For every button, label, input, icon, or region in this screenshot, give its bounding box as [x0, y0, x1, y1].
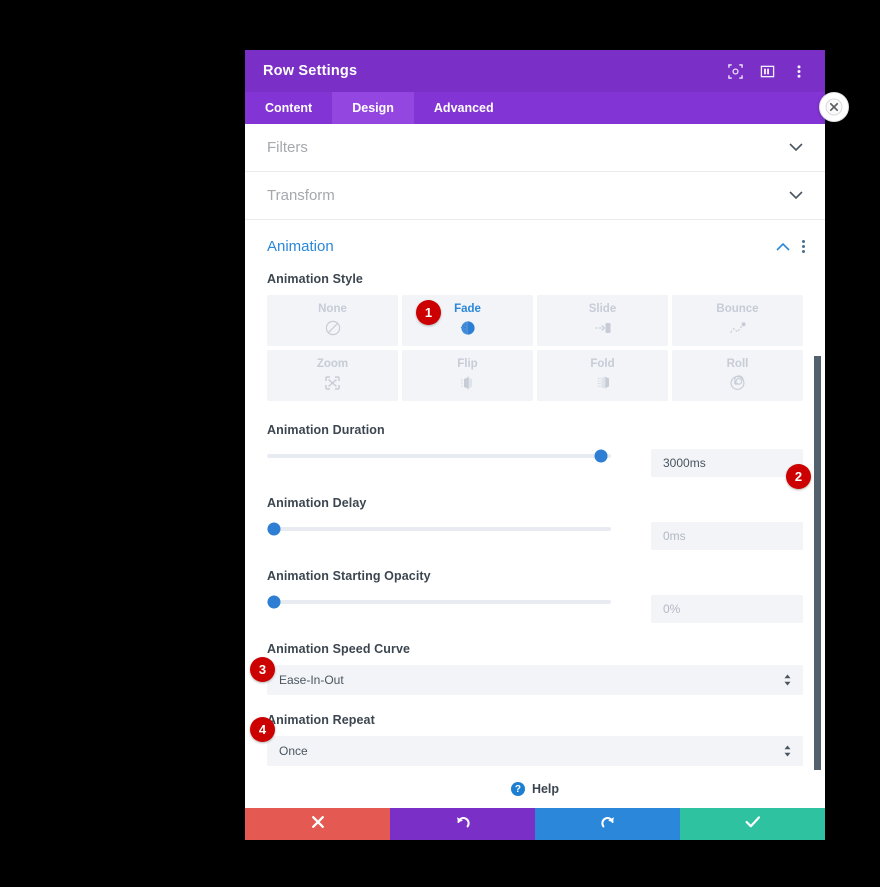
fade-icon	[459, 318, 477, 338]
annotation-badge-4: 4	[250, 717, 275, 742]
style-option-none[interactable]: None	[267, 295, 398, 346]
accordion-animation-label: Animation	[267, 237, 334, 255]
style-option-bounce[interactable]: Bounce	[672, 295, 803, 346]
redo-icon	[600, 814, 616, 835]
save-button[interactable]	[680, 808, 825, 840]
annotation-badge-1: 1	[416, 300, 441, 325]
discard-button[interactable]	[245, 808, 390, 840]
style-option-roll-label: Roll	[726, 358, 749, 370]
settings-scroll-area: Filters Transform Animation Animation St…	[245, 124, 825, 770]
settings-scrollbar-thumb[interactable]	[814, 356, 821, 770]
animation-repeat-label: Animation Repeat	[267, 713, 375, 727]
roll-spiral-icon	[729, 373, 746, 393]
style-option-fold-label: Fold	[590, 358, 615, 370]
zoom-arrows-icon	[324, 373, 341, 393]
animation-starting-opacity-slider[interactable]	[267, 595, 611, 609]
animation-duration-row: Animation Duration 3000ms	[267, 423, 803, 477]
style-option-slide[interactable]: Slide	[537, 295, 668, 346]
modal-footer	[245, 808, 825, 840]
animation-speed-curve-label: Animation Speed Curve	[267, 642, 411, 656]
x-icon	[311, 815, 325, 834]
style-option-flip-label: Flip	[457, 358, 478, 370]
animation-starting-opacity-row: Animation Starting Opacity 0%	[267, 569, 803, 623]
chevron-up-icon[interactable]	[776, 242, 790, 251]
accordion-filters-label: Filters	[267, 139, 308, 156]
accordion-transform[interactable]: Transform	[245, 172, 825, 220]
accordion-animation[interactable]: Animation	[245, 220, 825, 272]
animation-style-grid: None Fade Slide Bounce Zoom Flip Fold Ro…	[267, 295, 803, 401]
animation-speed-curve-row: Animation Speed Curve Ease-In-Out	[267, 642, 803, 695]
undo-icon	[455, 814, 471, 835]
undo-button[interactable]	[390, 808, 535, 840]
settings-body: Filters Transform Animation Animation St…	[245, 124, 825, 770]
animation-delay-slider-knob[interactable]	[267, 522, 281, 536]
animation-repeat-value: Once	[279, 744, 308, 758]
style-option-zoom-label: Zoom	[316, 358, 349, 370]
animation-delay-row: Animation Delay 0ms	[267, 496, 803, 550]
animation-repeat-row: Animation Repeat Once	[267, 713, 803, 766]
accordion-filters[interactable]: Filters	[245, 124, 825, 172]
style-option-fade-label: Fade	[454, 303, 481, 315]
style-option-fold[interactable]: Fold	[537, 350, 668, 401]
chevron-down-icon	[789, 191, 803, 200]
redo-button[interactable]	[535, 808, 680, 840]
annotation-badge-2: 2	[786, 464, 811, 489]
animation-delay-input[interactable]: 0ms	[651, 522, 803, 550]
animation-duration-slider-knob[interactable]	[594, 449, 608, 463]
animation-duration-slider[interactable]	[267, 449, 611, 463]
style-option-flip[interactable]: Flip	[402, 350, 533, 401]
animation-duration-input[interactable]: 3000ms	[651, 449, 803, 477]
flip-icon	[459, 373, 477, 393]
style-option-none-label: None	[318, 303, 347, 315]
help-link[interactable]: Help	[532, 782, 559, 796]
tab-advanced[interactable]: Advanced	[414, 92, 514, 124]
style-option-zoom[interactable]: Zoom	[267, 350, 398, 401]
checkmark-icon	[745, 815, 761, 834]
animation-starting-opacity-slider-knob[interactable]	[267, 595, 281, 609]
focus-target-icon[interactable]	[727, 63, 743, 79]
animation-style-label: Animation Style	[267, 272, 363, 286]
page-title: Row Settings	[263, 63, 358, 79]
chevron-down-icon	[789, 143, 803, 152]
settings-scrollbar-track[interactable]	[814, 124, 823, 770]
fold-icon	[594, 373, 612, 393]
style-option-slide-label: Slide	[588, 303, 617, 315]
modal-titlebar: Row Settings	[245, 50, 825, 92]
close-modal-button[interactable]	[819, 92, 849, 122]
help-bar: ? Help	[245, 770, 825, 808]
bounce-icon	[728, 318, 748, 338]
animation-speed-curve-value: Ease-In-Out	[279, 673, 344, 687]
no-entry-icon	[325, 318, 341, 338]
titlebar-icon-group	[727, 63, 807, 79]
style-option-bounce-label: Bounce	[716, 303, 759, 315]
question-mark-icon[interactable]: ?	[510, 782, 525, 796]
select-updown-caret-icon	[784, 674, 791, 686]
animation-delay-slider[interactable]	[267, 522, 611, 536]
style-option-roll[interactable]: Roll	[672, 350, 803, 401]
tab-design[interactable]: Design	[332, 92, 414, 124]
accordion-transform-label: Transform	[267, 187, 335, 204]
animation-duration-label: Animation Duration	[267, 423, 385, 437]
animation-delay-label: Animation Delay	[267, 496, 367, 510]
tab-content[interactable]: Content	[245, 92, 332, 124]
layout-panel-icon[interactable]	[759, 63, 775, 79]
slide-icon	[593, 318, 613, 338]
animation-options-kebab-icon[interactable]	[802, 239, 805, 253]
screenshot-root: Row Settings Content Design Advanced Fil…	[0, 0, 880, 887]
close-icon	[825, 98, 843, 116]
animation-starting-opacity-input[interactable]: 0%	[651, 595, 803, 623]
kebab-menu-icon[interactable]	[791, 63, 807, 79]
animation-repeat-select[interactable]: Once	[267, 736, 803, 766]
animation-settings: Animation Style None Fade Slide Bounce Z…	[245, 272, 825, 766]
select-updown-caret-icon	[784, 745, 791, 757]
settings-tabs: Content Design Advanced	[245, 92, 825, 124]
row-settings-modal: Row Settings Content Design Advanced Fil…	[245, 50, 825, 840]
annotation-badge-3: 3	[250, 657, 275, 682]
animation-starting-opacity-label: Animation Starting Opacity	[267, 569, 431, 583]
animation-speed-curve-select[interactable]: Ease-In-Out	[267, 665, 803, 695]
